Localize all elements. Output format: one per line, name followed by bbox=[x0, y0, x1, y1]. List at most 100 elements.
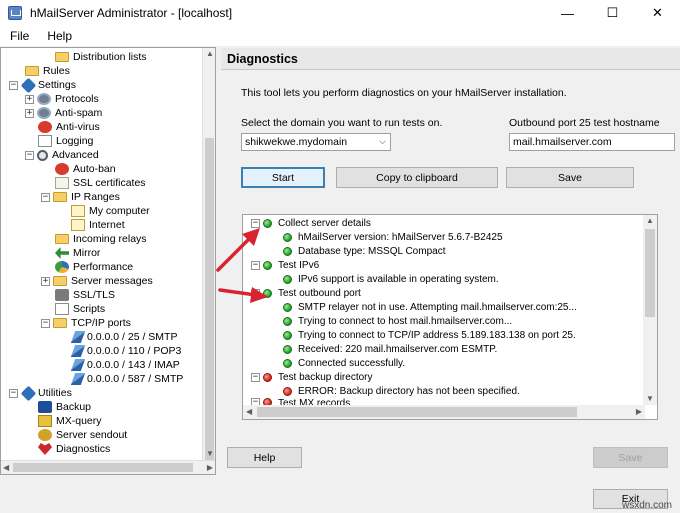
result-text: Test outbound port bbox=[278, 288, 361, 300]
tree-item-settings[interactable]: − Settings bbox=[9, 77, 76, 93]
collapse-toggle[interactable]: − bbox=[25, 150, 34, 160]
tree-item-server-messages[interactable]: + Server messages bbox=[41, 274, 153, 288]
tree-item-label: Advanced bbox=[52, 149, 99, 161]
scroll-right-icon[interactable]: ▶ bbox=[636, 407, 642, 416]
scroll-left-icon[interactable]: ◀ bbox=[3, 463, 9, 472]
computer-icon bbox=[71, 219, 85, 231]
tree-item-mirror[interactable]: Mirror bbox=[55, 246, 100, 260]
domain-select[interactable]: shikwekwe.mydomain ⌵ bbox=[241, 133, 391, 151]
hostname-input[interactable]: mail.hmailserver.com bbox=[509, 133, 675, 151]
result-text: Connected successfully. bbox=[298, 358, 406, 370]
tree-horizontal-scrollbar[interactable]: ◀ ▶ bbox=[1, 460, 215, 474]
result-row[interactable]: IPv6 support is available in operating s… bbox=[283, 273, 499, 287]
tree-item-port-smtp-587[interactable]: 0.0.0.0 / 587 / SMTP bbox=[70, 372, 184, 386]
port-icon bbox=[70, 373, 86, 385]
magnifier-icon bbox=[37, 149, 48, 161]
tree-item-advanced[interactable]: − Advanced bbox=[25, 148, 99, 162]
start-button[interactable]: Start bbox=[241, 167, 325, 188]
tree-item-internet[interactable]: Internet bbox=[71, 218, 125, 232]
tree-item-mx-query[interactable]: MX-query bbox=[38, 414, 102, 428]
tree-horizontal-scroll-thumb[interactable] bbox=[13, 463, 193, 472]
results-horizontal-scroll-thumb[interactable] bbox=[257, 407, 577, 417]
tree-item-label: Protocols bbox=[55, 93, 99, 105]
copy-to-clipboard-button[interactable]: Copy to clipboard bbox=[336, 167, 498, 188]
tree-item-ssl-tls[interactable]: SSL/TLS bbox=[55, 288, 115, 302]
results-horizontal-scrollbar[interactable]: ◀ ▶ bbox=[243, 405, 645, 419]
status-ok-icon bbox=[283, 345, 292, 355]
expand-toggle[interactable]: + bbox=[25, 94, 34, 104]
tools-icon bbox=[20, 385, 37, 401]
tree-item-label: Diagnostics bbox=[56, 443, 111, 455]
tree-item-server-sendout[interactable]: Server sendout bbox=[38, 428, 127, 442]
tree-item-logging[interactable]: Logging bbox=[38, 134, 93, 148]
tree-item-port-smtp-25[interactable]: 0.0.0.0 / 25 / SMTP bbox=[70, 330, 177, 344]
tree-item-utilities[interactable]: − Utilities bbox=[9, 385, 72, 401]
close-button[interactable]: ✕ bbox=[635, 0, 680, 26]
chevron-down-icon: ⌵ bbox=[379, 136, 386, 146]
results-vertical-scroll-thumb[interactable] bbox=[645, 229, 655, 317]
heart-icon bbox=[38, 443, 52, 455]
folder-icon bbox=[53, 276, 67, 286]
result-row[interactable]: Trying to connect to host mail.hmailserv… bbox=[283, 315, 512, 329]
navigation-tree[interactable]: Distribution lists Rules − Settings + Prot… bbox=[0, 47, 216, 475]
help-button[interactable]: Help bbox=[227, 447, 302, 468]
tree-item-distribution-lists[interactable]: Distribution lists bbox=[55, 50, 147, 64]
tree-item-my-computer[interactable]: My computer bbox=[71, 204, 150, 218]
scroll-up-icon[interactable]: ▲ bbox=[646, 216, 654, 225]
tree-item-port-pop3-110[interactable]: 0.0.0.0 / 110 / POP3 bbox=[70, 344, 181, 358]
tree-item-tcpip-ports[interactable]: − TCP/IP ports bbox=[41, 316, 131, 330]
tree-item-anti-spam[interactable]: + Anti-spam bbox=[25, 106, 102, 120]
expand-toggle[interactable]: + bbox=[25, 108, 34, 118]
result-row[interactable]: hMailServer version: hMailServer 5.6.7-B… bbox=[283, 231, 503, 245]
tree-item-backup[interactable]: Backup bbox=[38, 400, 91, 414]
result-row[interactable]: ERROR: Backup directory has not been spe… bbox=[283, 385, 520, 399]
tree-vertical-scroll-thumb[interactable] bbox=[205, 138, 214, 474]
result-text: Trying to connect to host mail.hmailserv… bbox=[298, 316, 513, 328]
tree-item-label: MX-query bbox=[56, 415, 102, 427]
tree-item-scripts[interactable]: Scripts bbox=[55, 302, 105, 316]
result-row[interactable]: Received: 220 mail.hmailserver.com ESMTP… bbox=[283, 343, 497, 357]
tree-item-port-imap-143[interactable]: 0.0.0.0 / 143 / IMAP bbox=[70, 358, 180, 372]
result-text: Received: 220 mail.hmailserver.com ESMTP… bbox=[298, 344, 498, 356]
scroll-down-icon[interactable]: ▼ bbox=[646, 394, 654, 403]
tree-item-anti-virus[interactable]: Anti-virus bbox=[38, 120, 100, 134]
collapse-toggle[interactable]: − bbox=[9, 388, 18, 398]
tree-item-diagnostics[interactable]: Diagnostics bbox=[38, 442, 110, 456]
menu-help[interactable]: Help bbox=[37, 29, 80, 43]
result-row[interactable]: Connected successfully. bbox=[283, 357, 405, 371]
result-row[interactable]: − Test backup directory bbox=[251, 371, 373, 385]
scroll-up-icon[interactable]: ▲ bbox=[206, 49, 214, 58]
tree-item-ssl-certificates[interactable]: SSL certificates bbox=[55, 176, 146, 190]
result-row[interactable]: − Collect server details bbox=[251, 217, 371, 231]
tree-item-protocols[interactable]: + Protocols bbox=[25, 92, 99, 106]
result-text: hMailServer version: hMailServer 5.6.7-B… bbox=[298, 232, 503, 244]
tree-item-ip-ranges[interactable]: − IP Ranges bbox=[41, 190, 120, 204]
results-vertical-scrollbar[interactable]: ▲ ▼ bbox=[643, 215, 657, 405]
intro-text: This tool lets you perform diagnostics o… bbox=[241, 87, 567, 99]
tree-item-label: Rules bbox=[43, 65, 70, 77]
result-row[interactable]: Database type: MSSQL Compact bbox=[283, 245, 445, 259]
maximize-button[interactable]: ☐ bbox=[590, 0, 635, 26]
tree-item-incoming-relays[interactable]: Incoming relays bbox=[55, 232, 147, 246]
save-results-button[interactable]: Save bbox=[506, 167, 634, 188]
minimize-button[interactable]: — bbox=[545, 0, 590, 26]
result-row[interactable]: SMTP relayer not in use. Attempting mail… bbox=[283, 301, 577, 315]
menu-file[interactable]: File bbox=[0, 29, 37, 43]
scroll-down-icon[interactable]: ▼ bbox=[206, 449, 214, 458]
save-button[interactable]: Save bbox=[593, 447, 668, 468]
collapse-toggle[interactable]: − bbox=[251, 373, 260, 383]
scroll-left-icon[interactable]: ◀ bbox=[246, 407, 252, 416]
collapse-toggle[interactable]: − bbox=[9, 80, 18, 90]
tree-item-performance[interactable]: Performance bbox=[55, 260, 133, 274]
results-tree[interactable]: − Collect server details hMailServer vers… bbox=[242, 214, 658, 420]
result-row[interactable]: Trying to connect to TCP/IP address 5.18… bbox=[283, 329, 576, 343]
collapse-toggle[interactable]: − bbox=[41, 318, 50, 328]
result-text: SMTP relayer not in use. Attempting mail… bbox=[298, 302, 577, 314]
tree-item-label: 0.0.0.0 / 587 / SMTP bbox=[87, 373, 184, 385]
expand-toggle[interactable]: + bbox=[41, 276, 50, 286]
folder-icon bbox=[25, 66, 39, 76]
collapse-toggle[interactable]: − bbox=[41, 192, 50, 202]
tree-item-rules[interactable]: Rules bbox=[25, 64, 70, 78]
scroll-right-icon[interactable]: ▶ bbox=[207, 463, 213, 472]
tree-item-auto-ban[interactable]: Auto-ban bbox=[55, 162, 116, 176]
